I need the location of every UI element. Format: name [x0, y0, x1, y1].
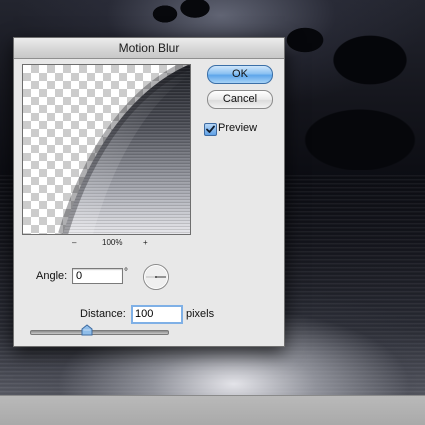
degree-unit: ° [124, 267, 128, 278]
angle-label: Angle: [36, 270, 68, 282]
preview-label: Preview [218, 122, 258, 134]
zoom-in-button[interactable]: + [143, 238, 148, 247]
zoom-controls: – 100% + [22, 238, 189, 250]
distance-input[interactable]: 100 [131, 305, 183, 324]
distance-unit: pixels [186, 308, 215, 320]
preview-image [58, 65, 190, 234]
angle-input[interactable]: 0 [72, 268, 123, 284]
motion-blur-dialog: Motion Blur – 100% + OK Cancel Preview A… [13, 37, 285, 347]
dialog-title[interactable]: Motion Blur [14, 38, 284, 59]
preview-checkbox[interactable] [204, 123, 217, 136]
ok-button[interactable]: OK [207, 65, 273, 84]
cancel-button[interactable]: Cancel [207, 90, 273, 109]
angle-dial-icon[interactable] [142, 263, 170, 291]
slider-thumb-icon[interactable] [81, 324, 93, 336]
filter-preview[interactable] [22, 64, 191, 235]
zoom-out-button[interactable]: – [72, 238, 76, 247]
zoom-level: 100% [102, 238, 123, 247]
bottom-panel [0, 395, 425, 425]
screen: Motion Blur – 100% + OK Cancel Preview A… [0, 0, 425, 425]
checkmark-icon [206, 125, 215, 133]
distance-label: Distance: [80, 308, 126, 320]
distance-slider[interactable] [30, 330, 169, 335]
